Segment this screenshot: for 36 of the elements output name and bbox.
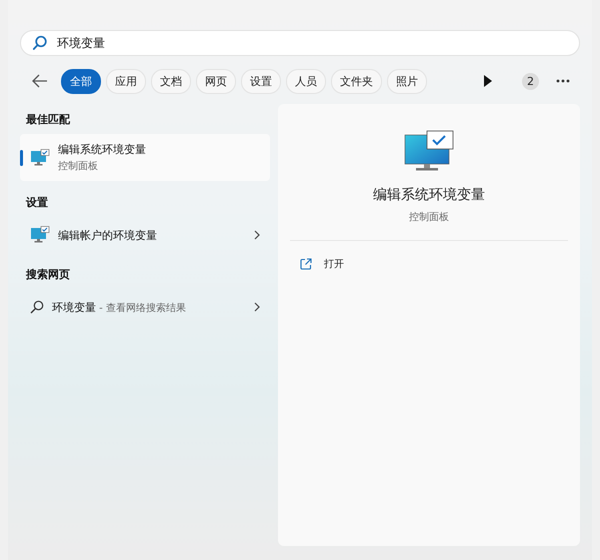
section-heading: 最佳匹配: [25, 112, 71, 128]
result-item[interactable]: 环境变量 - 查看网络搜索结果: [20, 289, 270, 325]
search-icon: [30, 300, 44, 314]
chevron-right-icon[interactable]: [254, 230, 260, 240]
result-item[interactable]: 编辑帐户的环境变量: [20, 217, 270, 253]
monitor-icon: [30, 226, 50, 244]
more-icon[interactable]: [556, 79, 570, 83]
play-icon[interactable]: [483, 75, 493, 87]
filter-tab[interactable]: 网页: [196, 68, 236, 94]
filter-tab[interactable]: 照片: [387, 68, 427, 94]
filter-tab[interactable]: 设置: [241, 68, 281, 94]
monitor-icon: [404, 130, 454, 172]
preview-title: 编辑系统环境变量: [373, 186, 485, 204]
action-label: 打开: [324, 258, 344, 271]
filter-tab[interactable]: 文件夹: [331, 68, 382, 94]
filter-tab[interactable]: 应用: [106, 68, 146, 94]
back-arrow-icon[interactable]: [32, 74, 48, 88]
section-heading: 搜索网页: [24, 267, 71, 283]
filter-tab[interactable]: 人员: [286, 68, 326, 94]
result-item[interactable]: 编辑系统环境变量 控制面板: [20, 134, 270, 181]
chevron-right-icon[interactable]: [254, 302, 260, 312]
result-title: 环境变量 - 查看网络搜索结果: [52, 300, 187, 314]
open-action[interactable]: 打开: [290, 253, 354, 275]
search-icon: [32, 35, 48, 51]
result-title: 编辑系统环境变量: [58, 142, 147, 157]
result-subtitle: 控制面板: [58, 160, 99, 173]
filter-tab[interactable]: 全部: [61, 68, 101, 94]
search-field[interactable]: 环境变量: [20, 30, 580, 56]
monitor-icon: [30, 148, 50, 166]
filter-tab[interactable]: 文档: [151, 68, 191, 94]
open-external-icon: [300, 258, 312, 270]
section-heading: 设置: [24, 195, 49, 211]
preview-subtitle: 控制面板: [409, 210, 449, 224]
result-title: 编辑帐户的环境变量: [58, 228, 158, 242]
selection-indicator: [20, 150, 23, 166]
count-badge[interactable]: 2: [522, 72, 539, 90]
